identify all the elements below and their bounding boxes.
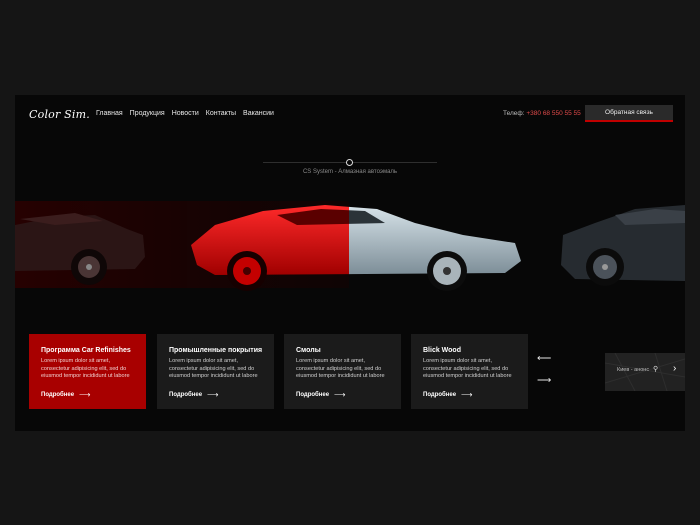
card-title: Промышленные покрытия [169, 347, 263, 354]
card-resins[interactable]: Смолы Lorem ipsum dolor sit amet, consec… [284, 334, 401, 409]
arrow-left-icon[interactable]: ⟵ [537, 353, 551, 364]
arrow-right-icon[interactable]: ⟶ [537, 375, 551, 386]
arrow-right-icon: ⟶ [79, 390, 91, 399]
nav-item-contacts[interactable]: Контакты [206, 110, 236, 117]
card-more-link[interactable]: Подробнее ⟶ [296, 390, 346, 399]
feedback-button[interactable]: Обратная связь [585, 105, 673, 122]
brand-logo[interactable]: Color Sim. [29, 108, 90, 121]
phone-label: Телеф: [503, 110, 527, 117]
card-text: Lorem ipsum dolor sit amet, consectetur … [41, 358, 130, 380]
page-frame: Color Sim. Главная Продукция Новости Кон… [15, 95, 685, 431]
map-pin-icon: ⚲ [653, 366, 659, 373]
card-blick-wood[interactable]: Blick Wood Lorem ipsum dolor sit amet, c… [411, 334, 528, 409]
nav-item-products[interactable]: Продукция [130, 110, 165, 117]
card-car-refinishes[interactable]: Программа Car Refinishes Lorem ipsum dol… [29, 334, 146, 409]
hero-caption: CS System - Алмазная автоэмаль [302, 169, 398, 175]
card-more-link[interactable]: Подробнее ⟶ [169, 390, 219, 399]
nav-item-home[interactable]: Главная [96, 110, 123, 117]
map-label: Киев - анонс [617, 367, 650, 373]
phone-info: Телеф: +380 68 550 55 55 [503, 110, 581, 117]
phone-number[interactable]: +380 68 550 55 55 [526, 110, 580, 117]
main-nav: Главная Продукция Новости Контакты Вакан… [96, 110, 274, 117]
card-title: Смолы [296, 347, 321, 354]
chevron-right-icon[interactable]: › [673, 363, 676, 374]
arrow-right-icon: ⟶ [207, 390, 219, 399]
card-more-label: Подробнее [41, 391, 75, 398]
card-more-label: Подробнее [296, 391, 330, 398]
card-text: Lorem ipsum dolor sit amet, consectetur … [169, 358, 258, 380]
card-industrial-coatings[interactable]: Промышленные покрытия Lorem ipsum dolor … [157, 334, 274, 409]
nav-item-vacancies[interactable]: Вакансии [243, 110, 274, 117]
arrow-right-icon: ⟶ [334, 390, 346, 399]
card-more-label: Подробнее [423, 391, 457, 398]
card-title: Программа Car Refinishes [41, 347, 131, 354]
card-title: Blick Wood [423, 347, 461, 354]
card-text: Lorem ipsum dolor sit amet, consectetur … [423, 358, 512, 380]
card-more-link[interactable]: Подробнее ⟶ [423, 390, 473, 399]
hero-cars [15, 201, 685, 291]
card-text: Lorem ipsum dolor sit amet, consectetur … [296, 358, 385, 380]
nav-item-news[interactable]: Новости [172, 110, 199, 117]
map-widget[interactable]: Киев - анонс ⚲ › [605, 353, 685, 391]
card-more-link[interactable]: Подробнее ⟶ [41, 390, 91, 399]
card-more-label: Подробнее [169, 391, 203, 398]
slider-dot[interactable] [346, 159, 353, 166]
right-car [561, 205, 685, 286]
arrow-right-icon: ⟶ [461, 390, 473, 399]
